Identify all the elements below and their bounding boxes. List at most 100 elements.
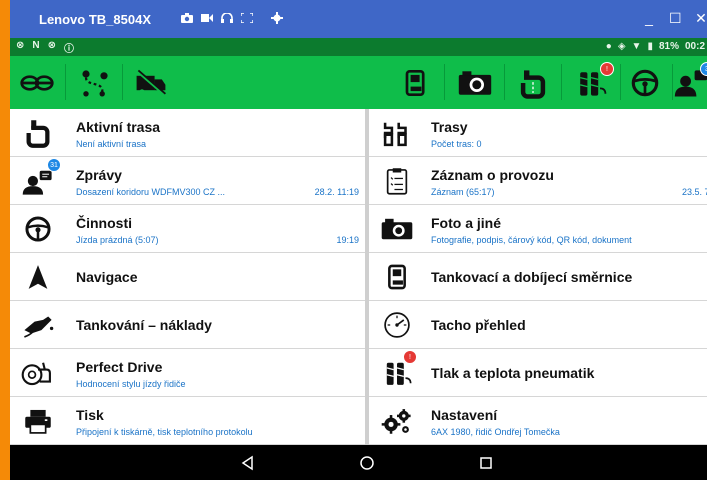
- menu-item-tacho-prehled[interactable]: Tacho přehled: [369, 301, 707, 349]
- window-title: Lenovo TB_8504X: [39, 11, 151, 27]
- android-nav-bar: [10, 445, 707, 480]
- rcs-icon: ⊗: [47, 39, 57, 51]
- menu-item-subtitle: Jízda prázdná (5:07): [76, 235, 159, 245]
- minimize-icon[interactable]: _: [643, 10, 655, 27]
- battery-level: 81%: [658, 41, 679, 52]
- route-waypoints-icon[interactable]: [72, 62, 118, 104]
- menu-item-tlak-a-teplota[interactable]: ! Tlak a teplota pneumatik: [369, 349, 707, 397]
- camera-icon[interactable]: [452, 62, 498, 104]
- menu-item-label: Tisk: [76, 407, 104, 423]
- tachometer-icon: [377, 307, 417, 343]
- rcs-icon: ⊗: [16, 39, 25, 51]
- menu-item-aktivni-trasa[interactable]: Aktivní trasa Není aktivní trasa: [10, 109, 365, 157]
- tire-alert-badge: !: [600, 62, 614, 76]
- route-icon: [18, 115, 58, 151]
- settings-icon[interactable]: [271, 11, 283, 27]
- tire-icon[interactable]: !: [568, 62, 614, 104]
- nfc-icon: N: [32, 39, 40, 51]
- clock: 00:2: [684, 41, 705, 52]
- menu-column-right: Trasy Počet tras: 0 Záznam o provozu Záz…: [369, 109, 707, 445]
- toolbar-divider: [122, 64, 123, 100]
- steering-wheel-icon: [18, 211, 58, 247]
- menu-item-label: Perfect Drive: [76, 359, 163, 375]
- menu-item-time: 28.2. 11:19: [314, 187, 359, 197]
- menu-item-navigace[interactable]: Navigace: [10, 253, 365, 301]
- titlebar-icons: [181, 11, 283, 27]
- menu-item-subtitle: Počet tras: 0: [431, 139, 482, 149]
- back-icon[interactable]: [238, 454, 258, 472]
- menu-item-subtitle: Záznam (65:17): [431, 187, 495, 197]
- app-frame: Lenovo TB_8504X _ ☐ ✕ ⊗ N ⊗ ⓘ ● ◈ ▼ ▮ 81…: [0, 0, 707, 480]
- fullscreen-icon[interactable]: [240, 11, 254, 26]
- fuel-pump-icon[interactable]: [393, 62, 439, 104]
- window-controls: _ ☐ ✕: [643, 0, 707, 27]
- perfect-drive-icon: [18, 355, 58, 391]
- toolbar-divider: [444, 64, 445, 100]
- toolbar-divider: [65, 64, 66, 100]
- menu-item-label: Tacho přehled: [431, 317, 526, 333]
- menu-item-foto-a-jine[interactable]: Foto a jiné Fotografie, podpis, čárový k…: [369, 205, 707, 253]
- home-icon[interactable]: [357, 454, 377, 472]
- fuel-pump-icon: [377, 259, 417, 295]
- menu-item-perfect-drive[interactable]: Perfect Drive Hodnocení stylu jízdy řidi…: [10, 349, 365, 397]
- truck-off-icon[interactable]: [128, 62, 174, 104]
- camera-icon[interactable]: [181, 12, 193, 26]
- menu-item-label: Trasy: [431, 119, 468, 135]
- menu-item-tankovani-naklady[interactable]: Tankování – náklady: [10, 301, 365, 349]
- menu-item-label: Foto a jiné: [431, 215, 501, 231]
- battery-icon: ▮: [647, 41, 653, 52]
- menu-item-subtitle: Dosazení koridoru WDFMV300 CZ ...: [76, 187, 226, 197]
- maximize-icon[interactable]: ☐: [669, 10, 682, 27]
- menu-item-label: Tlak a teplota pneumatik: [431, 365, 595, 381]
- menu-item-zaznam-o-provozu[interactable]: Záznam o provozu Záznam (65:17) 23.5. 7:…: [369, 157, 707, 205]
- menu-item-label: Nastavení: [431, 407, 498, 423]
- menu-item-subtitle: 6AX 1980, řidič Ondřej Tomečka: [431, 427, 560, 437]
- messages-count-badge: 3: [700, 62, 707, 76]
- signal-icon: ▼: [631, 41, 642, 52]
- menu-item-label: Navigace: [76, 269, 138, 285]
- menu-item-label: Aktivní trasa: [76, 119, 161, 135]
- menu-item-tankovaci-smernice[interactable]: Tankovací a dobíjecí směrnice: [369, 253, 707, 301]
- steering-wheel-icon[interactable]: [622, 62, 668, 104]
- fuel-nozzle-icon: [18, 307, 58, 343]
- menu-item-label: Záznam o provozu: [431, 167, 554, 183]
- android-status-bar: ⊗ N ⊗ ⓘ ● ◈ ▼ ▮ 81% 00:2: [10, 38, 707, 56]
- recents-icon[interactable]: [476, 454, 496, 472]
- menu-item-nastaveni[interactable]: Nastavení 6AX 1980, řidič Ondřej Tomečka: [369, 397, 707, 445]
- route-connect-icon[interactable]: [14, 62, 60, 104]
- messages-icon[interactable]: 3: [672, 62, 707, 104]
- menu-column-left: Aktivní trasa Není aktivní trasa 31 Zprá…: [10, 109, 365, 445]
- menu-item-time: 19:19: [336, 235, 359, 245]
- toolbar-divider: [561, 64, 562, 100]
- toolbar-divider: [620, 64, 621, 100]
- menu-item-subtitle: Hodnocení stylu jízdy řidiče: [76, 379, 186, 389]
- menu-item-label: Zprávy: [76, 167, 122, 183]
- menu-item-time: 23.5. 7:0: [681, 187, 707, 197]
- messages-icon: 31: [18, 158, 61, 199]
- close-icon[interactable]: ✕: [695, 10, 707, 27]
- menu-item-zpravy[interactable]: 31 Zprávy Dosazení koridoru WDFMV300 CZ …: [10, 157, 365, 205]
- window-titlebar: Lenovo TB_8504X _ ☐ ✕: [10, 0, 707, 38]
- route-icon[interactable]: [510, 62, 556, 104]
- menu-item-label: Činnosti: [76, 215, 132, 231]
- toolbar-divider: [504, 64, 505, 100]
- menu-item-tisk[interactable]: Tisk Připojení k tiskárně, tisk teplotní…: [10, 397, 365, 445]
- printer-icon: [18, 403, 58, 439]
- main-menu-grid: Aktivní trasa Není aktivní trasa 31 Zprá…: [10, 109, 707, 445]
- location-icon: ●: [605, 41, 612, 52]
- menu-item-label: Tankování – náklady: [76, 317, 212, 333]
- headphones-icon[interactable]: [221, 11, 233, 26]
- routes-icon: [377, 115, 417, 151]
- menu-item-subtitle: Není aktivní trasa: [76, 139, 147, 149]
- menu-item-subtitle: Připojení k tiskárně, tisk teplotního pr…: [76, 427, 253, 437]
- camera-icon: [377, 211, 417, 247]
- menu-item-cinnosti[interactable]: Činnosti Jízda prázdná (5:07) 19:19: [10, 205, 365, 253]
- menu-item-trasy[interactable]: Trasy Počet tras: 0: [369, 109, 707, 157]
- tire-alert-badge: !: [403, 350, 417, 364]
- info-icon: ⓘ: [64, 43, 75, 55]
- messages-count-badge: 31: [47, 158, 61, 172]
- video-icon[interactable]: [201, 13, 213, 26]
- menu-item-subtitle: Fotografie, podpis, čárový kód, QR kód, …: [431, 235, 632, 245]
- vibrate-icon: ◈: [617, 41, 626, 52]
- gears-icon: [377, 403, 417, 439]
